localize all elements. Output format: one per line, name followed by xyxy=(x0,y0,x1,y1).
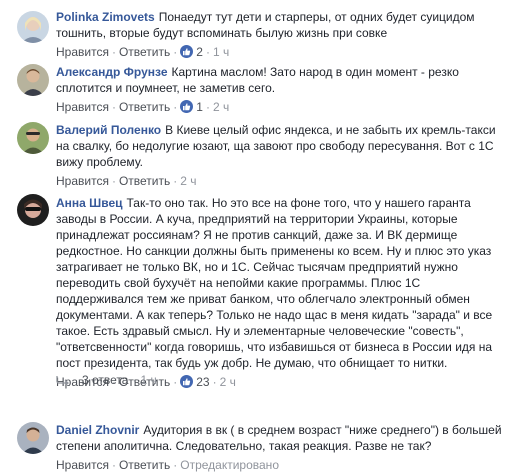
comment-author[interactable]: Анна Швец xyxy=(56,196,123,210)
like-count[interactable]: 2 xyxy=(196,45,203,59)
avatar[interactable] xyxy=(17,64,49,96)
comment-timestamp[interactable]: 2 ч xyxy=(213,100,229,114)
reply-link[interactable]: Ответить xyxy=(119,174,170,188)
like-count[interactable]: 23 xyxy=(196,375,209,389)
like-link[interactable]: Нравится xyxy=(56,45,109,59)
comment-text: Анна Швец Так-то оно так. Но это все на ф… xyxy=(56,195,504,371)
comment-timestamp[interactable]: 1 ч xyxy=(213,45,229,59)
edited-label[interactable]: Отредактировано xyxy=(180,458,279,472)
avatar[interactable] xyxy=(17,194,49,226)
comment-actions: Нравится · Ответить · Отредактировано xyxy=(56,458,279,472)
comment-text: Polinka Zimovets Понаедут тут дети и стар… xyxy=(56,9,504,41)
comment-author[interactable]: Валерий Поленко xyxy=(56,123,161,137)
like-count[interactable]: 1 xyxy=(196,100,203,114)
comment-author[interactable]: Daniel Zhovnir xyxy=(56,423,139,437)
comment-actions: Нравится · Ответить · 2 · 1 ч xyxy=(56,45,230,59)
comment-actions: Нравится · Ответить · 2 ч xyxy=(56,174,197,188)
reply-link[interactable]: Ответить xyxy=(119,45,170,59)
view-replies-link[interactable]: 3 ответа · 1 ч xyxy=(56,373,157,387)
comment-timestamp[interactable]: 2 ч xyxy=(180,174,196,188)
like-icon[interactable] xyxy=(180,100,194,113)
comment-actions: Нравится · Ответить · 1 · 2 ч xyxy=(56,100,230,114)
comment-content: Так-то оно так. Но это все на фоне того,… xyxy=(56,196,493,370)
comment-timestamp[interactable]: 2 ч xyxy=(220,375,236,389)
like-icon[interactable] xyxy=(180,45,194,58)
like-link[interactable]: Нравится xyxy=(56,174,109,188)
like-icon[interactable] xyxy=(180,375,194,388)
comment-text: Валерий Поленко В Киеве целый офис яндекс… xyxy=(56,122,504,170)
comment-author[interactable]: Александр Фрунзе xyxy=(56,65,168,79)
comment-text: Александр Фрунзе Картина маслом! Зато нар… xyxy=(56,64,504,96)
avatar[interactable] xyxy=(17,11,49,43)
like-link[interactable]: Нравится xyxy=(56,458,109,472)
reply-arrow-icon xyxy=(56,375,70,386)
reply-link[interactable]: Ответить xyxy=(119,458,170,472)
comment-text: Daniel Zhovnir Аудитория в вк ( в среднем… xyxy=(56,422,504,454)
reply-link[interactable]: Ответить xyxy=(119,100,170,114)
replies-timestamp: 1 ч xyxy=(140,373,157,387)
comment-author[interactable]: Polinka Zimovets xyxy=(56,10,155,24)
avatar[interactable] xyxy=(17,122,49,154)
like-link[interactable]: Нравится xyxy=(56,100,109,114)
replies-count-label[interactable]: 3 ответа xyxy=(82,373,128,387)
avatar[interactable] xyxy=(17,422,49,454)
